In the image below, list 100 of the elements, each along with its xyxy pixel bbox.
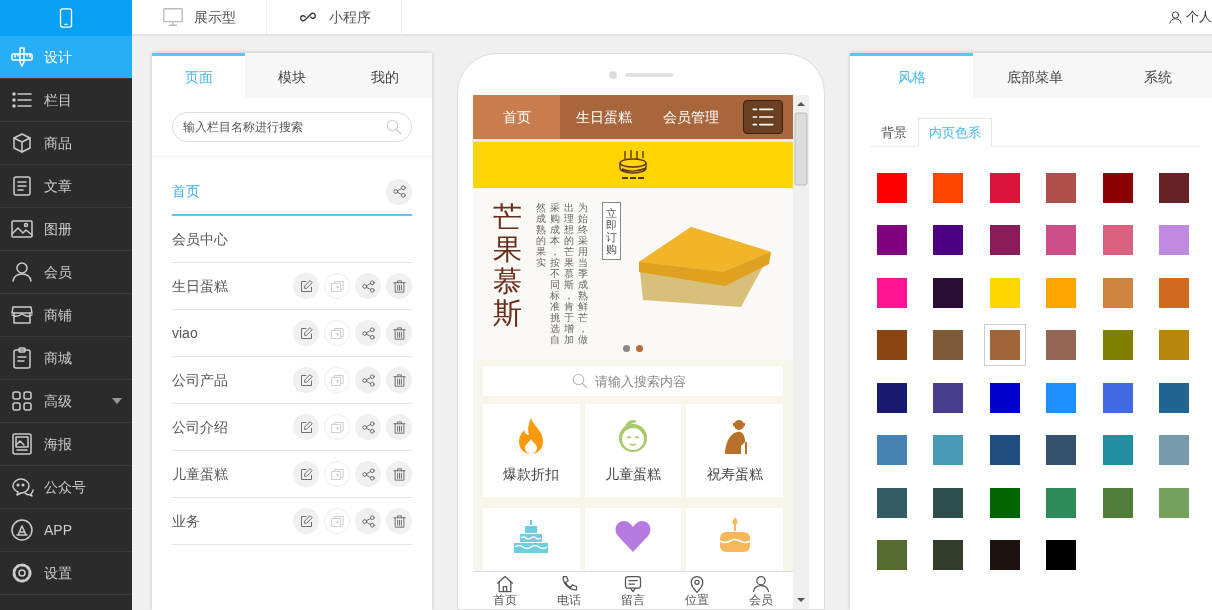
- trash-icon: [391, 278, 407, 294]
- search-field[interactable]: 输入栏目名称进行搜索: [172, 112, 412, 142]
- bottom-nav-item[interactable]: 留言: [601, 572, 665, 609]
- sidebar-item[interactable]: 会员: [0, 251, 132, 294]
- pencil-square-icon: [298, 466, 314, 482]
- sidebar-item[interactable]: 商铺: [0, 294, 132, 337]
- panel-tab[interactable]: 我的: [338, 53, 432, 98]
- copy-icon: [329, 325, 345, 341]
- share-button[interactable]: [355, 273, 381, 299]
- edit-button[interactable]: [293, 461, 319, 487]
- edit-button[interactable]: [293, 414, 319, 440]
- category-tile[interactable]: 祝寿蛋糕: [686, 404, 783, 497]
- panel-tab[interactable]: 模块: [245, 53, 339, 98]
- share-button[interactable]: [355, 367, 381, 393]
- sidebar-item[interactable]: 海报: [0, 423, 132, 466]
- delete-button[interactable]: [386, 461, 412, 487]
- bottom-nav-item[interactable]: 会员: [729, 572, 793, 609]
- poster-icon: [10, 432, 34, 456]
- slide-dot[interactable]: [636, 345, 643, 352]
- top-tab[interactable]: 小程序: [267, 0, 402, 34]
- banner-title: 芒果慕斯: [493, 202, 522, 330]
- copy-icon: [329, 466, 345, 482]
- user-icon: [1168, 9, 1183, 25]
- share-button[interactable]: [355, 414, 381, 440]
- document-icon: [10, 174, 34, 198]
- user-menu[interactable]: 个人: [1168, 7, 1212, 27]
- delete-button[interactable]: [386, 508, 412, 534]
- menu-item[interactable]: 生日蛋糕: [560, 95, 647, 139]
- order-now-button[interactable]: 立即订购: [602, 202, 621, 261]
- share-icon: [360, 372, 376, 388]
- category-tile[interactable]: 爆款折扣: [483, 404, 580, 497]
- top-tab[interactable]: 展示型: [132, 0, 267, 34]
- color-swatch-option[interactable]: [983, 324, 1026, 366]
- bottom-nav-item[interactable]: 电话: [537, 572, 601, 609]
- slide-dot[interactable]: [623, 345, 630, 352]
- bottom-nav-item[interactable]: 首页: [473, 572, 537, 609]
- sidebar-item[interactable]: 设置: [0, 552, 132, 595]
- cube-icon: [10, 131, 34, 155]
- panel-tab[interactable]: 底部菜单: [973, 53, 1097, 98]
- banner-text-line: 出理想的芒果慕斯，肯于增加: [564, 202, 574, 345]
- share-button[interactable]: [386, 178, 412, 205]
- sidebar-item[interactable]: 文章: [0, 165, 132, 208]
- search-icon: [385, 118, 403, 136]
- user-icon: [751, 574, 771, 594]
- user-icon: [10, 260, 34, 284]
- delete-button[interactable]: [386, 414, 412, 440]
- sidebar-item[interactable]: 商品: [0, 122, 132, 165]
- search-icon: [571, 372, 589, 390]
- pencil-square-icon: [298, 278, 314, 294]
- sidebar-item[interactable]: 栏目: [0, 79, 132, 122]
- page-item[interactable]: 公司介绍: [172, 416, 288, 438]
- share-icon: [360, 325, 376, 341]
- share-button[interactable]: [355, 320, 381, 346]
- delete-button[interactable]: [386, 320, 412, 346]
- edit-button[interactable]: [293, 273, 319, 299]
- sub-tab[interactable]: 背景: [870, 118, 918, 147]
- monitor-icon: [162, 6, 184, 29]
- sidebar-item[interactable]: 商城: [0, 337, 132, 380]
- share-icon: [360, 278, 376, 294]
- panel-tab[interactable]: 系统: [1096, 53, 1212, 98]
- page-item[interactable]: 儿童蛋糕: [172, 463, 288, 485]
- page-item[interactable]: 会员中心: [172, 228, 412, 250]
- delete-button[interactable]: [386, 273, 412, 299]
- share-icon: [360, 466, 376, 482]
- copy-icon: [329, 278, 345, 294]
- copy-icon: [329, 419, 345, 435]
- page-item[interactable]: 公司产品: [172, 369, 288, 391]
- tile-label: 祝寿蛋糕: [706, 465, 763, 484]
- banner-text-line: 然成熟的果实: [536, 202, 546, 270]
- category-tile[interactable]: 儿童蛋糕: [584, 404, 682, 497]
- search-field[interactable]: 请输入搜索内容: [483, 366, 783, 396]
- page-item[interactable]: 生日蛋糕: [172, 275, 288, 297]
- copy-icon: [329, 372, 345, 388]
- scrollbar[interactable]: [793, 95, 809, 609]
- home-icon: [495, 574, 515, 594]
- pencil-ruler-icon: [10, 45, 34, 69]
- menu-button[interactable]: [743, 100, 783, 134]
- edit-button[interactable]: [293, 508, 319, 534]
- pencil-square-icon: [298, 372, 314, 388]
- trash-icon: [391, 466, 407, 482]
- tile-label: 爆款折扣: [503, 465, 560, 484]
- trash-icon: [391, 513, 407, 529]
- pencil-square-icon: [298, 325, 314, 341]
- share-button[interactable]: [355, 508, 381, 534]
- share-icon: [360, 513, 376, 529]
- edit-button[interactable]: [293, 367, 319, 393]
- sidebar-item[interactable]: 公众号: [0, 466, 132, 509]
- edit-button[interactable]: [293, 320, 319, 346]
- trash-icon: [391, 419, 407, 435]
- copy-icon: [329, 513, 345, 529]
- page-item[interactable]: 业务: [172, 510, 288, 532]
- bottom-nav-item[interactable]: 位置: [665, 572, 729, 609]
- sidebar-item[interactable]: 图册: [0, 208, 132, 251]
- share-button[interactable]: [355, 461, 381, 487]
- sidebar-item[interactable]: APP: [0, 509, 132, 552]
- sidebar-item[interactable]: 高级: [0, 380, 132, 423]
- delete-button[interactable]: [386, 367, 412, 393]
- page-item[interactable]: viao: [172, 322, 288, 344]
- menu-item[interactable]: 会员管理: [647, 95, 734, 139]
- pencil-square-icon: [298, 513, 314, 529]
